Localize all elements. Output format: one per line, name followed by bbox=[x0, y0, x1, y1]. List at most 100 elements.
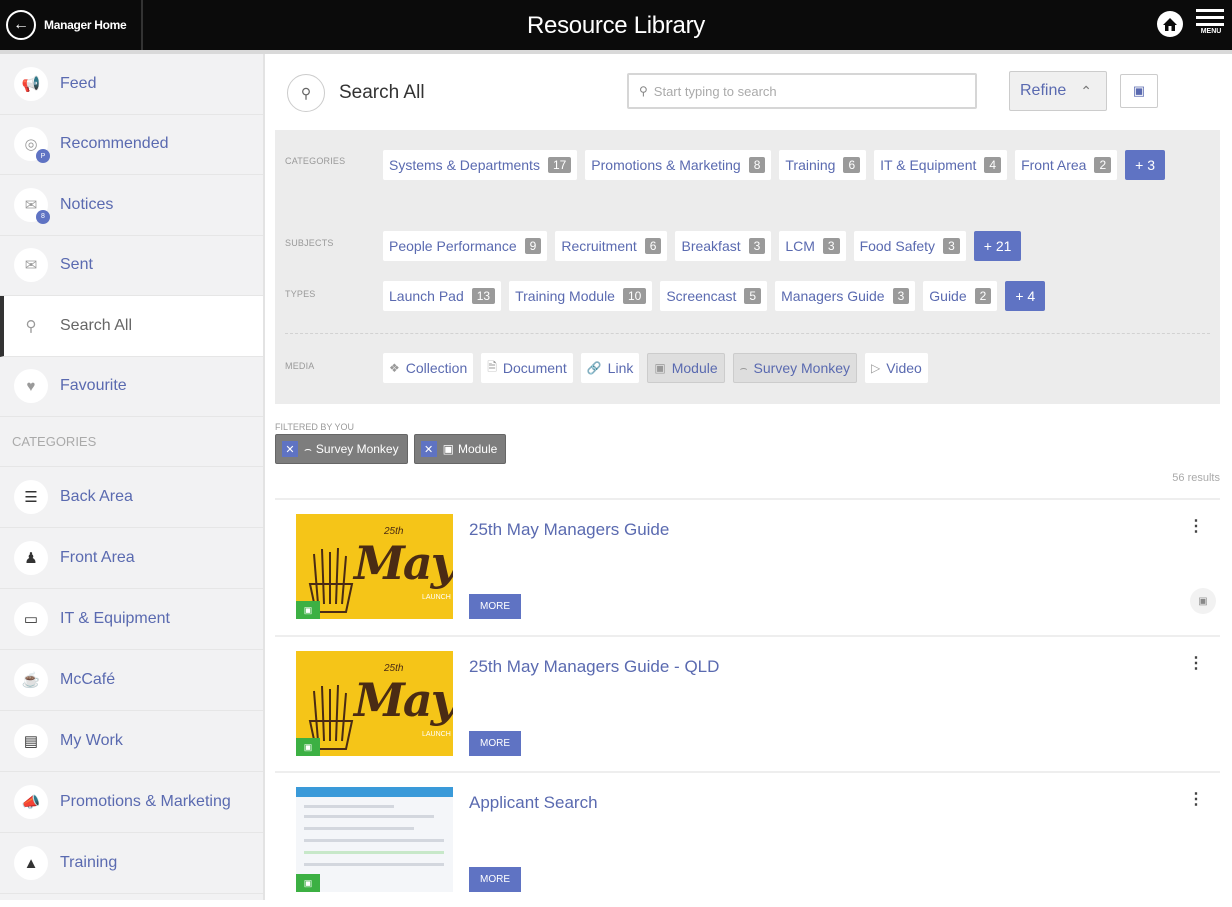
media-chip-link[interactable]: 🔗 Link bbox=[580, 353, 640, 383]
media-chip-module[interactable]: ▣ Module bbox=[647, 353, 725, 383]
link-icon: 🔗 bbox=[586, 361, 602, 375]
filter-chip-it-equipment[interactable]: IT & Equipment 4 bbox=[874, 150, 1008, 180]
result-item: 25th May LAUNCH ▣ 25th May Managers Guid… bbox=[275, 635, 1220, 771]
filter-chip-lcm[interactable]: LCM 3 bbox=[779, 231, 846, 261]
search-input[interactable]: ⚲ Start typing to search bbox=[627, 73, 977, 109]
chip-count: 3 bbox=[748, 238, 766, 254]
result-thumbnail[interactable]: 25th May LAUNCH ▣ bbox=[296, 651, 453, 756]
result-title[interactable]: 25th May Managers Guide - QLD bbox=[469, 657, 719, 677]
media-chip-document[interactable]: 🗎 Document bbox=[481, 353, 573, 383]
screenshot-header-bar bbox=[296, 787, 453, 797]
main-content: ⚲ Search All ⚲ Start typing to search Re… bbox=[267, 54, 1232, 907]
menu-button[interactable]: MENU bbox=[1196, 9, 1226, 43]
sidebar-item-sent[interactable]: ✉ Sent bbox=[0, 236, 263, 296]
filter-chip-screencast[interactable]: Screencast 5 bbox=[660, 281, 768, 311]
results-count: 56 results bbox=[1172, 472, 1220, 484]
more-button[interactable]: MORE bbox=[469, 594, 521, 619]
more-button[interactable]: MORE bbox=[469, 731, 521, 756]
video-icon: ▷ bbox=[871, 361, 881, 375]
sidebar-category-front-area[interactable]: ♟ Front Area bbox=[0, 528, 263, 589]
sidebar-category-mccafe[interactable]: ☕ McCafé bbox=[0, 650, 263, 711]
chip-count: 10 bbox=[622, 288, 647, 304]
module-icon: ▣ bbox=[442, 442, 454, 456]
coffee-icon: ☕ bbox=[14, 663, 48, 697]
chip-count: 13 bbox=[471, 288, 496, 304]
active-filter-module[interactable]: ✕ ▣ Module bbox=[413, 434, 507, 464]
thumbnail-date-big: May bbox=[354, 536, 453, 590]
sidebar-category-promotions-marketing[interactable]: 📣 Promotions & Marketing bbox=[0, 772, 263, 833]
media-chip-collection[interactable]: ❖ Collection bbox=[383, 353, 474, 383]
search-placeholder: Start typing to search bbox=[653, 83, 777, 99]
screenshot-line bbox=[304, 827, 414, 830]
more-options-icon[interactable]: ⋮ bbox=[1188, 653, 1204, 673]
more-options-icon[interactable]: ⋮ bbox=[1188, 516, 1204, 536]
cashier-icon: ♟ bbox=[14, 541, 48, 575]
result-title[interactable]: Applicant Search bbox=[469, 793, 598, 813]
chip-label: LCM bbox=[785, 238, 815, 254]
filter-chip-launch-pad[interactable]: Launch Pad 13 bbox=[383, 281, 502, 311]
active-filter-label: Survey Monkey bbox=[315, 442, 399, 456]
target-icon: ◎ P bbox=[14, 127, 50, 164]
chip-label: Screencast bbox=[666, 288, 737, 304]
more-button[interactable]: MORE bbox=[469, 867, 521, 892]
survey-monkey-icon: ⌢ bbox=[739, 360, 748, 375]
sidebar-category-it-equipment[interactable]: ▭ IT & Equipment bbox=[0, 589, 263, 650]
remove-filter-icon[interactable]: ✕ bbox=[420, 441, 437, 457]
chip-label: Promotions & Marketing bbox=[591, 157, 741, 173]
heart-icon: ♥ bbox=[14, 369, 48, 404]
more-options-icon[interactable]: ⋮ bbox=[1188, 789, 1204, 809]
screenshot-line bbox=[304, 839, 444, 842]
refine-button[interactable]: Refine ⌃ bbox=[1009, 71, 1107, 111]
page-title: Resource Library bbox=[527, 12, 705, 39]
sidebar-item-feed[interactable]: 📢 Feed bbox=[0, 54, 263, 115]
filter-chip-food-safety[interactable]: Food Safety 3 bbox=[853, 231, 966, 261]
thumbnail-launch-text: LAUNCH bbox=[422, 594, 451, 601]
filter-panel: CATEGORIES Systems & Departments 17 Promo… bbox=[275, 130, 1220, 404]
sidebar-item-favourite[interactable]: ♥ Favourite bbox=[0, 357, 263, 417]
result-title[interactable]: 25th May Managers Guide bbox=[469, 520, 669, 540]
chip-label: Food Safety bbox=[859, 238, 936, 254]
search-title: Search All bbox=[339, 82, 425, 103]
sidebar-item-label: Notices bbox=[60, 195, 114, 213]
filter-chip-people-performance[interactable]: People Performance 9 bbox=[383, 231, 548, 261]
sidebar-category-label: Front Area bbox=[60, 549, 135, 566]
filter-chip-managers-guide[interactable]: Managers Guide 3 bbox=[775, 281, 916, 311]
filter-chip-promotions-marketing[interactable]: Promotions & Marketing 8 bbox=[585, 150, 772, 180]
sidebar-item-notices[interactable]: ✉ 8 Notices bbox=[0, 175, 263, 236]
save-search-button[interactable]: ▣ bbox=[1120, 74, 1158, 108]
chip-label: Document bbox=[502, 360, 567, 376]
filter-chip-recruitment[interactable]: Recruitment 6 bbox=[555, 231, 668, 261]
filter-chip-training-module[interactable]: Training Module 10 bbox=[509, 281, 653, 311]
sidebar-category-my-work[interactable]: ▤ My Work bbox=[0, 711, 263, 772]
filter-chip-systems-departments[interactable]: Systems & Departments 17 bbox=[383, 150, 578, 180]
types-more-button[interactable]: + 4 bbox=[1005, 281, 1046, 311]
media-chip-video[interactable]: ▷ Video bbox=[865, 353, 928, 383]
sidebar-item-search-all[interactable]: ⚲ Search All bbox=[0, 296, 263, 357]
subjects-more-button[interactable]: + 21 bbox=[973, 231, 1022, 261]
sidebar-category-training[interactable]: ▲ Training bbox=[0, 833, 263, 894]
filter-chip-guide[interactable]: Guide 2 bbox=[923, 281, 998, 311]
result-thumbnail[interactable]: ▣ bbox=[296, 787, 453, 892]
sidebar-category-back-area[interactable]: ☰ Back Area bbox=[0, 467, 263, 528]
chip-count: 2 bbox=[974, 288, 992, 304]
notices-badge: 8 bbox=[36, 209, 50, 224]
filter-chip-breakfast[interactable]: Breakfast 3 bbox=[675, 231, 772, 261]
sidebar-item-recommended[interactable]: ◎ P Recommended bbox=[0, 115, 263, 175]
active-filter-survey-monkey[interactable]: ✕ ⌢ Survey Monkey bbox=[275, 434, 408, 464]
remove-filter-icon[interactable]: ✕ bbox=[282, 441, 298, 457]
thumbnail-launch-text: LAUNCH bbox=[422, 731, 451, 738]
result-thumbnail[interactable]: 25th May LAUNCH ▣ bbox=[296, 514, 453, 619]
graduation-cap-icon: ▲ bbox=[14, 846, 48, 880]
filter-chip-training[interactable]: Training 6 bbox=[779, 150, 867, 180]
chip-label: IT & Equipment bbox=[880, 157, 977, 173]
chip-label: Breakfast bbox=[681, 238, 741, 254]
media-chip-survey-monkey[interactable]: ⌢ Survey Monkey bbox=[732, 353, 858, 383]
filter-chip-front-area[interactable]: Front Area 2 bbox=[1015, 150, 1118, 180]
categories-more-button[interactable]: + 3 bbox=[1125, 150, 1165, 180]
envelope-icon: ✉ 8 bbox=[14, 187, 50, 224]
active-filters: ✕ ⌢ Survey Monkey ✕ ▣ Module bbox=[275, 434, 507, 464]
chip-label: Guide bbox=[929, 288, 967, 304]
module-icon: ▣ bbox=[654, 361, 666, 375]
sidebar-category-label: Promotions & Marketing bbox=[60, 793, 231, 810]
home-icon[interactable] bbox=[1156, 10, 1184, 38]
